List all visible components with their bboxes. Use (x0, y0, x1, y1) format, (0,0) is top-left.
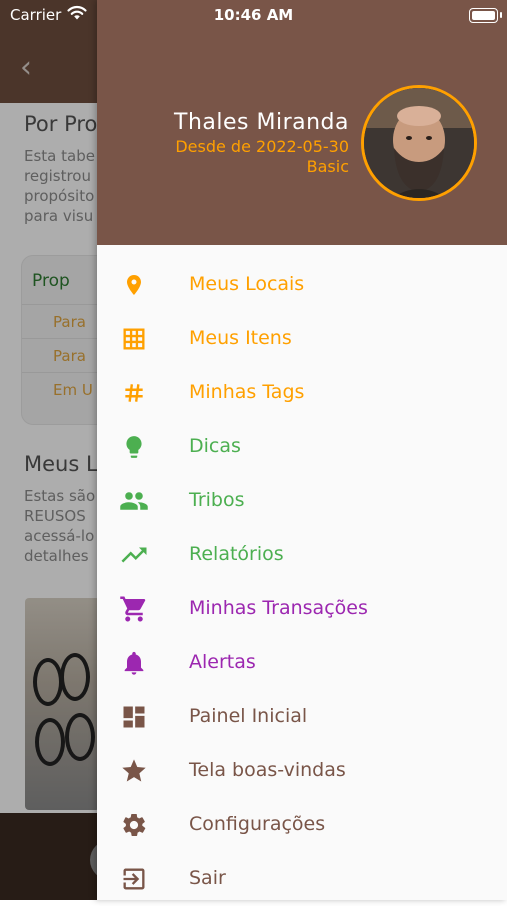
people-icon (119, 486, 149, 516)
menu-item-tips[interactable]: Dicas (97, 420, 507, 474)
menu-item-my-items[interactable]: Meus Itens (97, 312, 507, 366)
menu-item-reports[interactable]: Relatórios (97, 528, 507, 582)
drawer-menu: Meus Locais Meus Itens Minhas Tags Dicas (97, 258, 507, 906)
plan-badge: Basic (306, 157, 349, 176)
hashtag-icon (119, 378, 149, 408)
lightbulb-icon (119, 432, 149, 462)
menu-item-label: Minhas Transações (189, 597, 368, 619)
battery-icon (469, 8, 502, 23)
menu-item-logout[interactable]: Sair (97, 852, 507, 906)
menu-item-home-dashboard[interactable]: Painel Inicial (97, 690, 507, 744)
menu-item-my-transactions[interactable]: Minhas Transações (97, 582, 507, 636)
menu-item-alerts[interactable]: Alertas (97, 636, 507, 690)
location-pin-icon (119, 270, 149, 300)
clock: 10:46 AM (213, 6, 294, 24)
menu-item-label: Alertas (189, 651, 256, 673)
status-bar: Carrier 10:46 AM (0, 0, 507, 30)
bell-icon (119, 648, 149, 678)
menu-item-label: Minhas Tags (189, 381, 305, 403)
member-since: Desde de 2022-05-30 (175, 137, 349, 156)
menu-item-welcome-screen[interactable]: Tela boas-vindas (97, 744, 507, 798)
menu-item-label: Tela boas-vindas (189, 759, 346, 781)
menu-item-label: Sair (189, 867, 226, 889)
menu-item-label: Dicas (189, 435, 241, 457)
star-icon (119, 756, 149, 786)
menu-item-label: Painel Inicial (189, 705, 308, 727)
dashboard-icon (119, 702, 149, 732)
gear-icon (119, 810, 149, 840)
menu-item-label: Configurações (189, 813, 326, 835)
menu-item-settings[interactable]: Configurações (97, 798, 507, 852)
menu-item-my-places[interactable]: Meus Locais (97, 258, 507, 312)
menu-item-tribes[interactable]: Tribos (97, 474, 507, 528)
shopping-cart-icon (119, 594, 149, 624)
menu-item-label: Meus Itens (189, 327, 292, 349)
drawer-header: Thales Miranda Desde de 2022-05-30 Basic (97, 0, 507, 245)
menu-item-label: Tribos (189, 489, 245, 511)
navigation-drawer: Thales Miranda Desde de 2022-05-30 Basic… (97, 0, 507, 900)
trending-up-icon (119, 540, 149, 570)
avatar[interactable] (361, 85, 477, 201)
logout-icon (119, 864, 149, 894)
menu-item-my-tags[interactable]: Minhas Tags (97, 366, 507, 420)
grid-icon (119, 324, 149, 354)
user-name: Thales Miranda (174, 110, 349, 135)
menu-item-label: Relatórios (189, 543, 284, 565)
menu-item-label: Meus Locais (189, 273, 305, 295)
